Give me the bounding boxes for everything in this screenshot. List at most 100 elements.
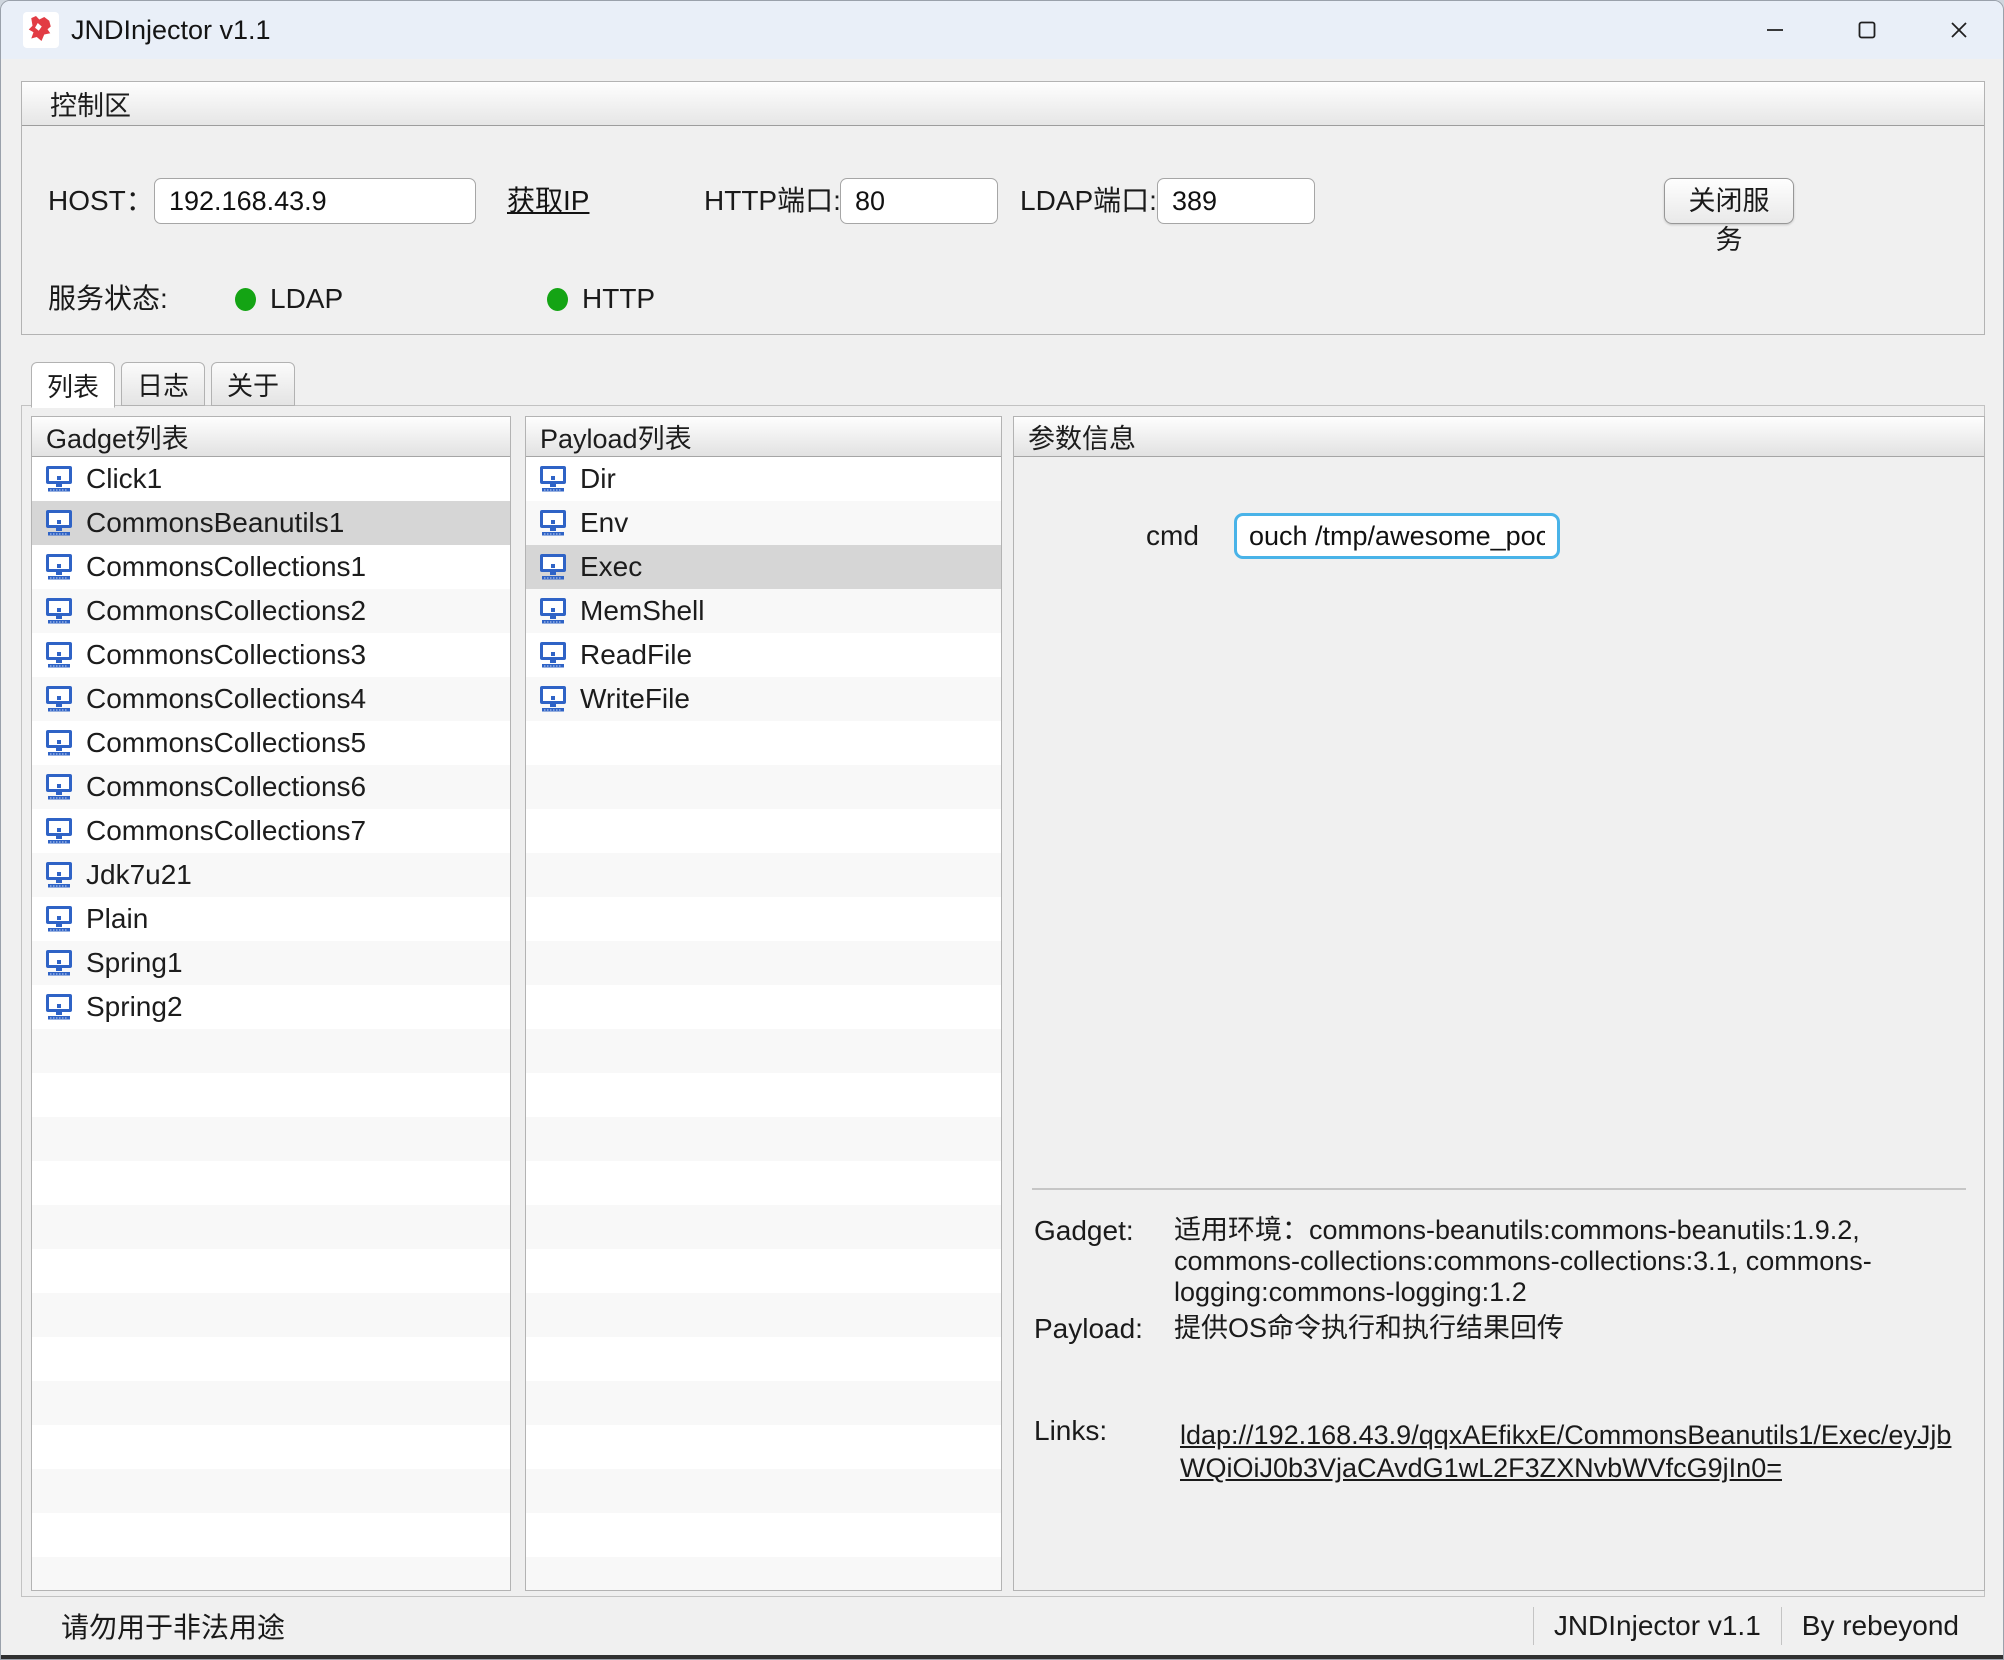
ldap-link[interactable]: ldap://192.168.43.9/qqxAEfikxE/CommonsBe… [1180, 1419, 1970, 1485]
list-item[interactable]: Click1 [32, 457, 510, 501]
tab-strip: 列表 日志 关于 [31, 362, 295, 408]
ldap-status-dot-icon [235, 288, 256, 311]
list-item-label: CommonsCollections3 [86, 639, 366, 671]
params-panel: 参数信息 cmd Gadget: 适用环境：commons-beanutils:… [1013, 416, 1985, 1591]
cmd-label: cmd [1146, 513, 1199, 559]
list-item[interactable]: Exec [526, 545, 1001, 589]
computer-icon [538, 597, 568, 625]
list-item[interactable]: ReadFile [526, 633, 1001, 677]
payload-info-label: Payload: [1034, 1313, 1143, 1345]
window-title: JNDInjector v1.1 [71, 15, 271, 46]
tab-log[interactable]: 日志 [121, 362, 205, 406]
statusbar-right: JNDInjector v1.1 By rebeyond [1533, 1607, 1959, 1645]
service-status-label: 服务状态: [48, 276, 168, 322]
titlebar: JNDInjector v1.1 [1, 1, 2004, 59]
gadget-panel: Gadget列表 Click1 Commo [31, 416, 511, 1591]
computer-icon [44, 993, 74, 1021]
computer-icon [44, 553, 74, 581]
params-divider [1032, 1188, 1966, 1190]
computer-icon [538, 641, 568, 669]
gadget-info-value: 适用环境：commons-beanutils:commons-beanutils… [1174, 1215, 1968, 1308]
list-item-label: WriteFile [580, 683, 690, 715]
payload-panel: Payload列表 Dir Env [525, 416, 1002, 1591]
host-input[interactable] [154, 178, 476, 224]
list-item-label: Env [580, 507, 628, 539]
list-item[interactable]: CommonsCollections4 [32, 677, 510, 721]
list-item-label: Spring1 [86, 947, 183, 979]
list-item[interactable]: Spring1 [32, 941, 510, 985]
links-label: Links: [1034, 1415, 1107, 1447]
list-item[interactable]: CommonsCollections6 [32, 765, 510, 809]
close-icon[interactable] [1913, 1, 2004, 59]
computer-icon [538, 465, 568, 493]
window-bottom-edge [1, 1655, 2004, 1660]
ldap-port-input[interactable] [1157, 178, 1315, 224]
list-item[interactable]: MemShell [526, 589, 1001, 633]
list-item-label: CommonsBeanutils1 [86, 507, 344, 539]
list-item-label: CommonsCollections5 [86, 727, 366, 759]
list-item[interactable]: CommonsCollections2 [32, 589, 510, 633]
list-item-label: Jdk7u21 [86, 859, 192, 891]
http-status-dot-icon [547, 288, 568, 311]
computer-icon [44, 949, 74, 977]
list-item[interactable]: Dir [526, 457, 1001, 501]
statusbar: 请勿用于非法用途 JNDInjector v1.1 By rebeyond [1, 1597, 2004, 1655]
list-item-label: CommonsCollections6 [86, 771, 366, 803]
get-ip-link[interactable]: 获取IP [507, 178, 589, 224]
gadget-panel-title: Gadget列表 [32, 417, 510, 457]
minimize-icon[interactable] [1729, 1, 1821, 59]
statusbar-separator [1781, 1607, 1782, 1645]
http-status-label: HTTP [582, 276, 655, 322]
tab-about[interactable]: 关于 [211, 362, 295, 406]
host-label: HOST： [48, 178, 154, 224]
list-item-label: CommonsCollections2 [86, 595, 366, 627]
status-version-text: JNDInjector v1.1 [1554, 1610, 1761, 1642]
gadget-info-label: Gadget: [1034, 1215, 1134, 1247]
computer-icon [538, 553, 568, 581]
ldap-status-label: LDAP [270, 276, 343, 322]
computer-icon [44, 729, 74, 757]
list-item[interactable]: Spring2 [32, 985, 510, 1029]
statusbar-separator [1533, 1607, 1534, 1645]
params-body: cmd Gadget: 适用环境：commons-beanutils:commo… [1014, 457, 1984, 1590]
list-item-label: Dir [580, 463, 616, 495]
computer-icon [44, 685, 74, 713]
payload-info-value: 提供OS命令执行和执行结果回传 [1174, 1313, 1968, 1344]
maximize-icon[interactable] [1821, 1, 1913, 59]
computer-icon [44, 905, 74, 933]
list-item[interactable]: Env [526, 501, 1001, 545]
control-group-title: 控制区 [22, 82, 1984, 126]
cmd-input[interactable] [1234, 513, 1560, 559]
payload-panel-title: Payload列表 [526, 417, 1001, 457]
computer-icon [44, 817, 74, 845]
computer-icon [44, 509, 74, 537]
status-author-text: By rebeyond [1802, 1610, 1959, 1642]
list-item-label: Spring2 [86, 991, 183, 1023]
list-item[interactable]: CommonsBeanutils1 [32, 501, 510, 545]
computer-icon [538, 685, 568, 713]
list-item-label: CommonsCollections7 [86, 815, 366, 847]
computer-icon [44, 773, 74, 801]
status-warning-text: 请勿用于非法用途 [61, 1606, 285, 1646]
computer-icon [538, 509, 568, 537]
computer-icon [44, 597, 74, 625]
list-item[interactable]: CommonsCollections5 [32, 721, 510, 765]
params-panel-title: 参数信息 [1014, 417, 1984, 457]
ldap-port-label: LDAP端口: [1020, 178, 1157, 224]
tab-list[interactable]: 列表 [31, 362, 115, 408]
computer-icon [44, 641, 74, 669]
computer-icon [44, 861, 74, 889]
list-item[interactable]: Plain [32, 897, 510, 941]
list-item[interactable]: WriteFile [526, 677, 1001, 721]
control-groupbox: 控制区 HOST： 获取IP HTTP端口: LDAP端口: 关闭服务 服务状态… [21, 81, 1985, 335]
list-item[interactable]: CommonsCollections3 [32, 633, 510, 677]
http-port-label: HTTP端口: [704, 178, 841, 224]
list-item[interactable]: CommonsCollections7 [32, 809, 510, 853]
list-item-label: ReadFile [580, 639, 692, 671]
computer-icon [44, 465, 74, 493]
list-item-label: CommonsCollections1 [86, 551, 366, 583]
http-port-input[interactable] [840, 178, 998, 224]
close-service-button[interactable]: 关闭服务 [1664, 178, 1794, 224]
list-item[interactable]: CommonsCollections1 [32, 545, 510, 589]
list-item[interactable]: Jdk7u21 [32, 853, 510, 897]
